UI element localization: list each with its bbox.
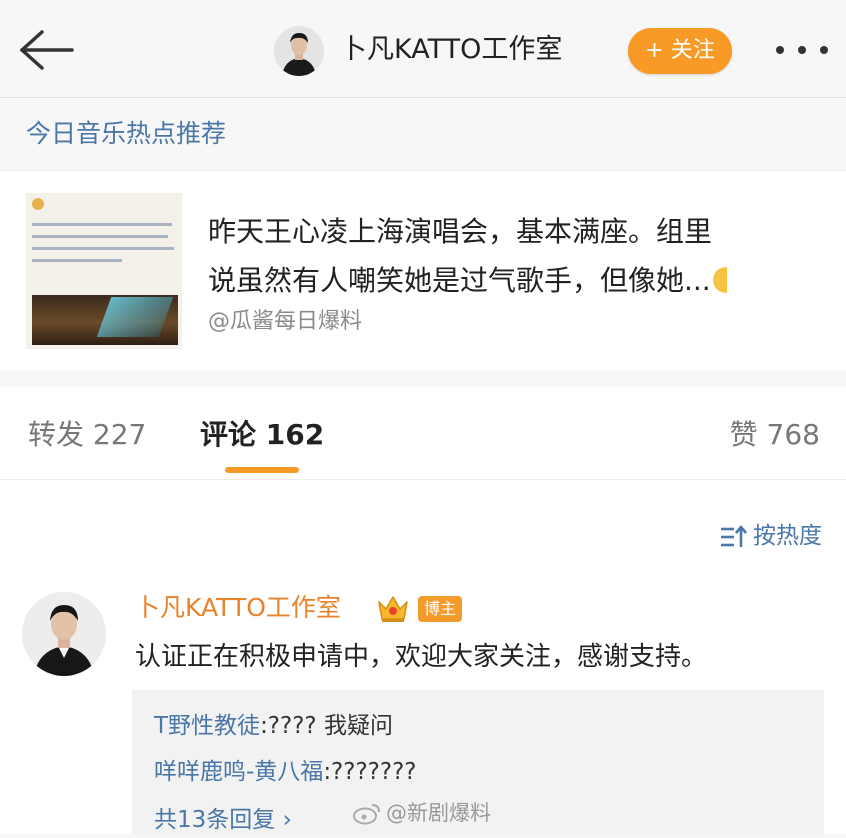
comment-text: 认证正在积极申请中，欢迎大家关注，感谢支持。 bbox=[135, 642, 708, 672]
sort-icon bbox=[721, 524, 747, 547]
watermark-text: @新剧爆料 bbox=[386, 801, 491, 825]
post-excerpt-text: 说虽然有人嘲笑她是过气歌手，但像她... bbox=[208, 264, 711, 297]
follow-button[interactable]: + 关注 bbox=[628, 28, 732, 74]
comment-author[interactable]: 卜凡KATTO工作室 bbox=[135, 588, 341, 628]
sort-button[interactable]: 按热度 bbox=[721, 518, 822, 554]
author-badge: 博主 bbox=[418, 596, 462, 622]
reply-user[interactable]: 咩咩鹿鸣-黄八福 bbox=[154, 759, 323, 785]
sort-label: 按热度 bbox=[753, 523, 822, 549]
reply-item: 咩咩鹿鸣-黄八福:??????? bbox=[154, 754, 417, 790]
comments-section: 按热度 卜凡KATTO工作室 博主 认证正在积极申请中，欢迎大家关注，感谢支持。… bbox=[0, 480, 846, 834]
tab-like[interactable]: 赞 768 bbox=[730, 415, 820, 455]
post-thumbnail bbox=[26, 193, 182, 349]
post-excerpt: 昨天王心凌上海演唱会，基本满座。组里 说虽然有人嘲笑她是过气歌手，但像她... bbox=[208, 207, 824, 305]
reply-text: :??????? bbox=[323, 759, 417, 785]
emoji-icon bbox=[712, 267, 727, 293]
reply-user[interactable]: T野性教徒 bbox=[154, 713, 260, 739]
thumbnail-logo bbox=[32, 198, 44, 210]
active-tab-indicator bbox=[225, 467, 299, 473]
tab-comment[interactable]: 评论 162 bbox=[200, 415, 324, 455]
comment-avatar[interactable] bbox=[22, 592, 106, 676]
more-options-icon[interactable] bbox=[774, 36, 830, 64]
view-all-replies-link[interactable]: 共13条回复 › bbox=[154, 802, 292, 838]
tab-repost[interactable]: 转发 227 bbox=[28, 415, 146, 455]
topic-link[interactable]: 今日音乐热点推荐 bbox=[26, 114, 226, 154]
reply-item: T野性教徒:???? 我疑问 bbox=[154, 708, 393, 744]
post-excerpt-line: 昨天王心凌上海演唱会，基本满座。组里 bbox=[208, 215, 713, 248]
person-avatar-icon bbox=[22, 592, 106, 676]
weibo-logo-icon bbox=[353, 804, 380, 825]
crown-icon bbox=[378, 596, 408, 622]
reply-text: :???? 我疑问 bbox=[260, 713, 393, 739]
person-avatar-icon bbox=[274, 26, 324, 76]
post-excerpt-line: 说虽然有人嘲笑她是过气歌手，但像她... bbox=[208, 256, 824, 305]
quoted-post-card[interactable]: 昨天王心凌上海演唱会，基本满座。组里 说虽然有人嘲笑她是过气歌手，但像她... … bbox=[0, 170, 846, 371]
topic-section: 今日音乐热点推荐 bbox=[0, 98, 846, 170]
page-title: 卜凡KATTO工作室 bbox=[340, 34, 563, 65]
interaction-tabs: 转发 227 评论 162 赞 768 bbox=[0, 387, 846, 480]
avatar[interactable] bbox=[274, 26, 324, 76]
watermark: @新剧爆料 bbox=[352, 796, 491, 830]
post-source: @瓜酱每日爆料 bbox=[208, 309, 363, 334]
navigation-bar: 卜凡KATTO工作室 + 关注 bbox=[0, 0, 846, 98]
back-arrow-icon[interactable] bbox=[14, 26, 76, 74]
